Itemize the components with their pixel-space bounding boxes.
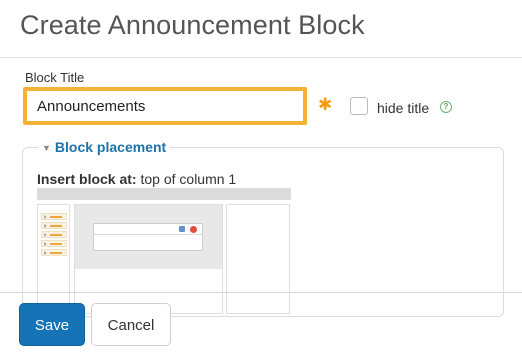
layout-preview xyxy=(37,188,291,314)
hide-title-label[interactable]: hide title xyxy=(377,100,429,116)
preview-nav-item xyxy=(41,249,67,256)
insert-location-prefix: Insert block at: xyxy=(37,171,137,187)
preview-header-bar xyxy=(37,188,291,200)
edit-icon xyxy=(179,226,185,232)
asterisk-icon: ✱ xyxy=(318,95,333,114)
delete-icon xyxy=(190,226,197,233)
preview-drop-zone xyxy=(75,205,222,269)
preview-nav-item xyxy=(41,231,67,238)
block-title-label: Block Title xyxy=(25,70,85,85)
block-placement-legend[interactable]: ▼ Block placement xyxy=(38,139,171,155)
block-title-input[interactable] xyxy=(27,91,303,121)
caret-down-icon: ▼ xyxy=(42,143,51,153)
hide-title-checkbox[interactable] xyxy=(350,97,368,115)
preview-nav-column xyxy=(37,204,70,314)
insert-location-text: Insert block at: top of column 1 xyxy=(37,171,236,187)
preview-side-column[interactable] xyxy=(226,204,290,314)
preview-nav-item xyxy=(41,240,67,247)
preview-nav-item xyxy=(41,213,67,220)
preview-block-divider xyxy=(94,234,202,235)
insert-location-value: top of column 1 xyxy=(140,171,237,187)
help-icon[interactable]: ? xyxy=(440,101,452,113)
footer-divider xyxy=(0,292,522,293)
cancel-button[interactable]: Cancel xyxy=(91,303,171,346)
preview-nav-item xyxy=(41,222,67,229)
preview-main-column[interactable] xyxy=(74,204,223,314)
dialog-title: Create Announcement Block xyxy=(20,10,365,40)
save-button[interactable]: Save xyxy=(19,303,85,346)
block-placement-legend-text: Block placement xyxy=(54,139,167,155)
title-divider xyxy=(0,57,522,58)
block-title-field-wrapper xyxy=(23,87,307,125)
preview-block xyxy=(93,223,203,251)
